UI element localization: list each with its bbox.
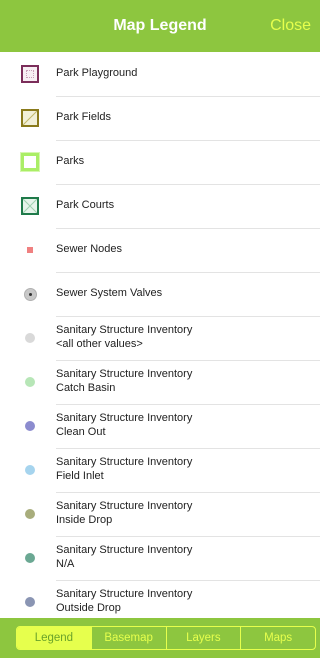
legend-item-parks: Parks [0,140,320,185]
park-courts-square-icon [14,184,46,228]
legend-item-park-fields: Park Fields [0,96,320,141]
legend-item-ssi-na: Sanitary Structure Inventory N/A [0,536,320,581]
legend-item-sublabel: <all other values> [56,338,143,350]
legend-item-ssi-clean-out: Sanitary Structure Inventory Clean Out [0,404,320,449]
legend-item-label: Park Fields [56,111,112,123]
legend-item-park-playground: Park Playground [0,52,320,97]
legend-item-sublabel: Outside Drop [56,602,121,614]
legend-item-ssi-field-inlet: Sanitary Structure Inventory Field Inlet [0,448,320,493]
legend-item-label: Sanitary Structure Inventory [56,368,193,380]
legend-item-ssi-other: Sanitary Structure Inventory <all other … [0,316,320,361]
page-title: Map Legend [113,17,207,34]
legend-item-label: Sanitary Structure Inventory [56,456,193,468]
parks-square-icon [14,140,46,184]
tab-legend[interactable]: Legend [17,627,92,649]
legend-item-label: Park Playground [56,67,138,79]
sewer-valve-marker-icon [14,272,46,316]
legend-item-sublabel: Field Inlet [56,470,104,482]
legend-item-label: Sanitary Structure Inventory [56,544,193,556]
header-bar: Map Legend Close [0,0,320,52]
legend-item-ssi-inside-drop: Sanitary Structure Inventory Inside Drop [0,492,320,537]
legend-item-sublabel: N/A [56,558,75,570]
dot-icon [14,360,46,404]
legend-item-label: Sanitary Structure Inventory [56,588,193,600]
legend-item-sublabel: Clean Out [56,426,106,438]
dot-icon [14,316,46,360]
legend-item-park-courts: Park Courts [0,184,320,229]
legend-item-label: Park Courts [56,199,115,211]
tab-maps[interactable]: Maps [241,627,315,649]
dot-icon [14,492,46,536]
legend-item-sublabel: Inside Drop [56,514,113,526]
legend-item-ssi-outside-drop: Sanitary Structure Inventory Outside Dro… [0,580,320,618]
legend-item-ssi-catch-basin: Sanitary Structure Inventory Catch Basin [0,360,320,405]
legend-item-label: Sewer System Valves [56,287,163,299]
legend-item-label: Sanitary Structure Inventory [56,412,193,424]
segmented-control: Legend Basemap Layers Maps [16,626,316,650]
park-playground-square-icon [14,52,46,96]
dot-icon [14,580,46,618]
legend-item-label: Sanitary Structure Inventory [56,500,193,512]
tab-layers[interactable]: Layers [167,627,242,649]
tab-basemap[interactable]: Basemap [92,627,167,649]
legend-item-label: Sewer Nodes [56,243,123,255]
dot-icon [14,448,46,492]
park-fields-square-icon [14,96,46,140]
legend-item-sublabel: Catch Basin [56,382,116,394]
tab-bar: Legend Basemap Layers Maps [0,618,320,658]
sewer-node-marker-icon [14,228,46,272]
legend-item-label: Parks [56,155,85,167]
dot-icon [14,404,46,448]
legend-item-sewer-nodes: Sewer Nodes [0,228,320,273]
legend-list: Park Playground Park Fields Parks Park C… [0,52,320,618]
legend-item-label: Sanitary Structure Inventory [56,324,193,336]
legend-item-sewer-valves: Sewer System Valves [0,272,320,317]
close-button[interactable]: Close [270,0,311,52]
dot-icon [14,536,46,580]
